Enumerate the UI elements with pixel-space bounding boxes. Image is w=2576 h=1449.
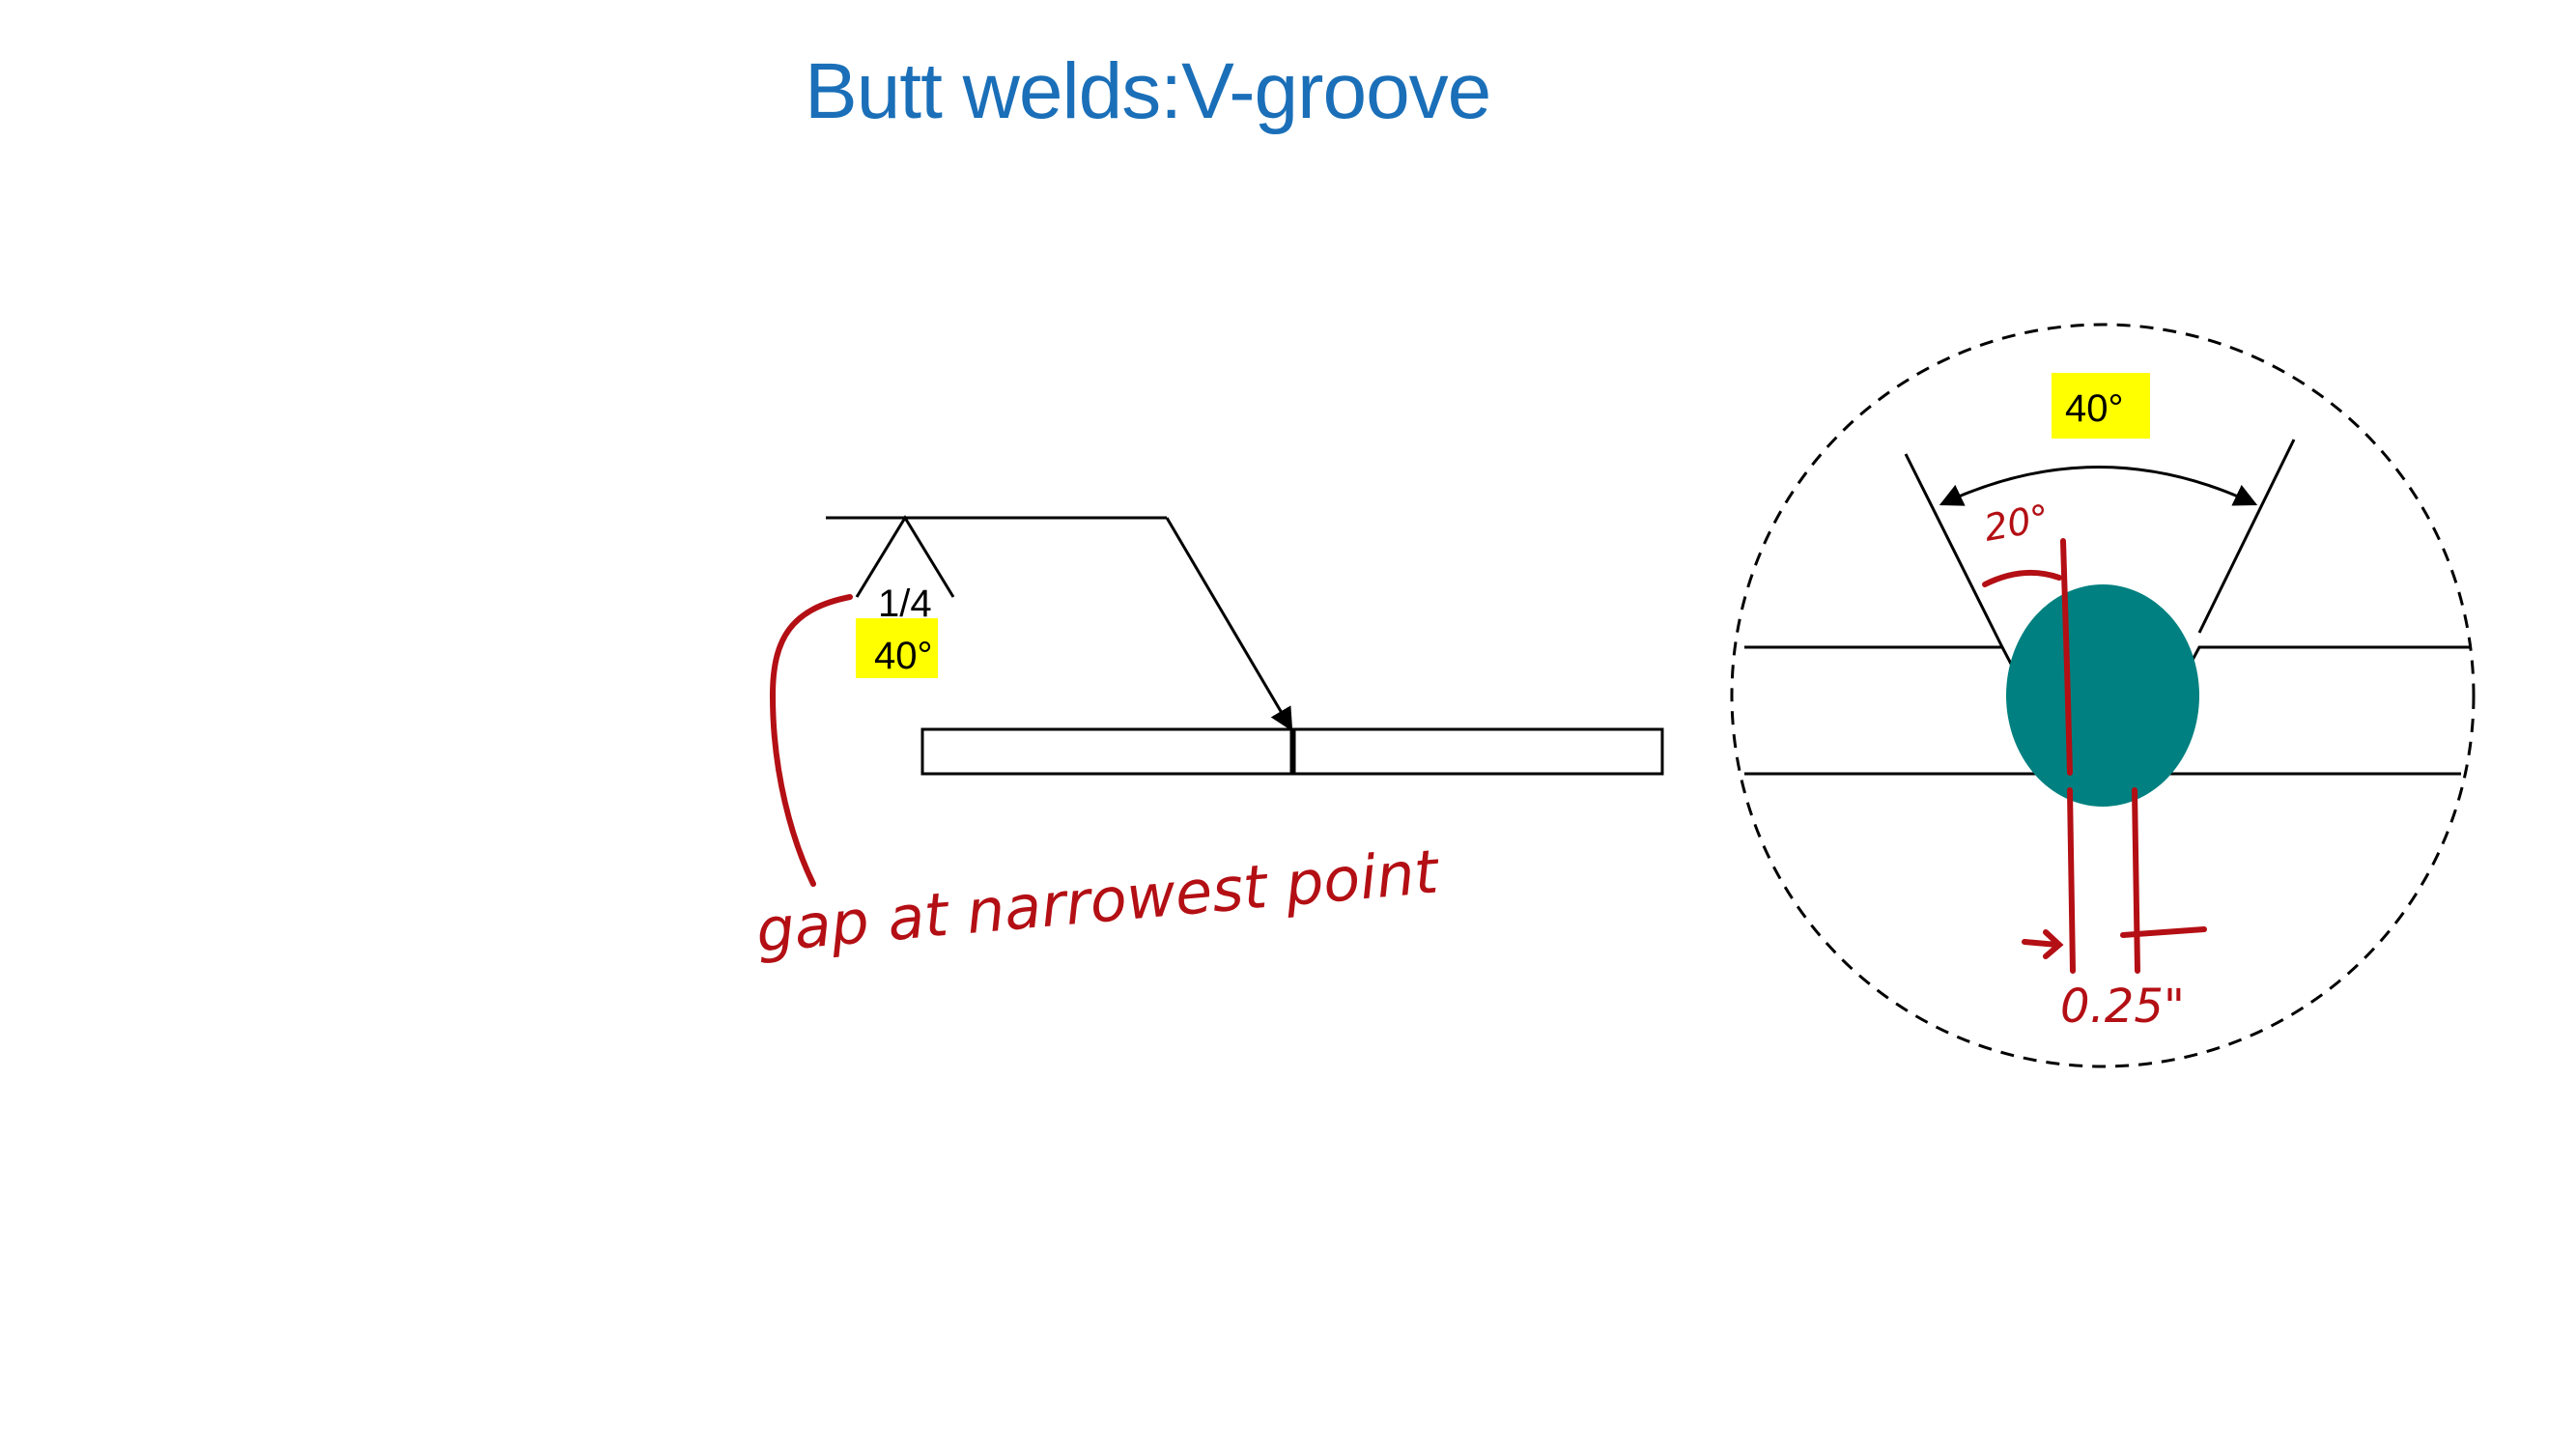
left-gap-arrow xyxy=(2022,929,2064,959)
bevel-angle-arc xyxy=(1982,569,2062,587)
leader-arrow xyxy=(1165,517,1293,732)
weld-diagram: 1/4 40° gap at narrowest point 40° 20° 0… xyxy=(753,323,2476,1068)
left-plate xyxy=(920,727,1293,776)
right-plate xyxy=(1292,727,1664,776)
left-gap-line xyxy=(2067,787,2076,974)
plates xyxy=(920,727,1664,776)
groove-angle-label: 40° xyxy=(874,635,933,677)
annotation-bracket xyxy=(769,594,853,887)
slide: Butt welds:V-groove 1/4 40° gap at narro… xyxy=(0,0,2576,1449)
left-bevel-extension xyxy=(1904,453,2004,648)
included-angle-label: 40° xyxy=(2065,387,2124,430)
weld-bead xyxy=(2006,584,2199,807)
weld-size-label: 1/4 xyxy=(878,582,932,625)
weld-symbol: 1/4 40° xyxy=(826,515,1293,732)
included-angle-arc xyxy=(1939,466,2258,506)
bevel-angle-note: 20° xyxy=(1981,497,2052,550)
gap-dimension-note: 0.25" xyxy=(2060,980,2185,1034)
detail-view: 40° 20° 0.25" xyxy=(1730,323,2476,1068)
gap-note: gap at narrowest point xyxy=(753,836,1443,966)
right-gap-line xyxy=(2132,787,2140,974)
right-bevel-extension xyxy=(2197,439,2296,634)
